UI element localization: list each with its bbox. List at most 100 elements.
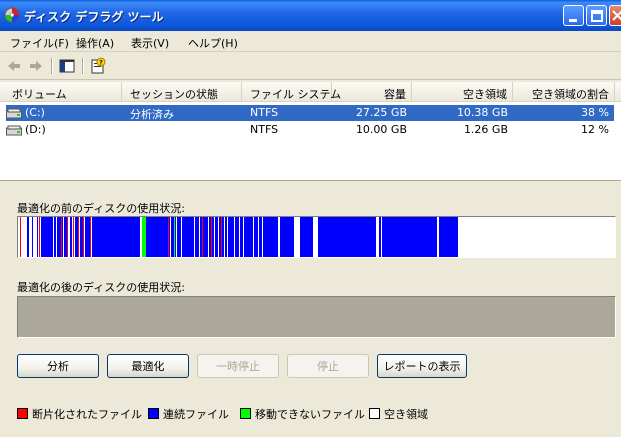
usage-segment-contiguous bbox=[244, 217, 253, 257]
usage-segment-contiguous bbox=[235, 217, 239, 257]
volume-row-c[interactable]: (C:) 分析済み NTFS 27.25 GB 10.38 GB 38 % bbox=[0, 105, 621, 121]
close-button[interactable] bbox=[609, 5, 621, 26]
minimize-button[interactable] bbox=[563, 5, 584, 26]
hard-drive-icon bbox=[6, 125, 22, 136]
usage-segment-contiguous bbox=[37, 217, 38, 257]
column-header-file-system[interactable]: ファイル システム bbox=[242, 82, 341, 102]
toolbar-separator bbox=[82, 58, 84, 74]
menu-file[interactable]: ファイル(F) bbox=[10, 35, 69, 51]
usage-segment-contiguous bbox=[41, 217, 53, 257]
menu-action[interactable]: 操作(A) bbox=[76, 35, 114, 51]
volume-file-system: NTFS bbox=[250, 123, 279, 136]
forward-arrow-icon[interactable] bbox=[27, 57, 45, 75]
stop-button[interactable]: 停止 bbox=[287, 354, 369, 378]
usage-segment-contiguous bbox=[32, 217, 33, 257]
usage-segment-contiguous bbox=[263, 217, 278, 257]
show-hide-console-tree-icon[interactable] bbox=[58, 57, 76, 75]
usage-segment-contiguous bbox=[182, 217, 194, 257]
volume-session-status: 分析済み bbox=[130, 108, 174, 121]
after-defrag-usage-map bbox=[17, 296, 616, 338]
usage-segment-contiguous bbox=[387, 217, 435, 257]
usage-segment-contiguous bbox=[435, 217, 437, 257]
legend-free-space: 空き領域 bbox=[384, 408, 428, 421]
volume-name: (D:) bbox=[25, 123, 46, 136]
menu-help[interactable]: ヘルプ(H) bbox=[188, 35, 238, 51]
legend-swatch-unmovable bbox=[240, 408, 251, 419]
usage-segment-contiguous bbox=[177, 217, 181, 257]
usage-segment-fragmented bbox=[61, 217, 62, 257]
menu-bar: ファイル(F) 操作(A) 表示(V) ヘルプ(H) bbox=[0, 31, 621, 52]
volume-row-d[interactable]: (D:) NTFS 10.00 GB 1.26 GB 12 % bbox=[0, 122, 621, 138]
menu-view[interactable]: 表示(V) bbox=[131, 35, 169, 51]
defragment-button[interactable]: 最適化 bbox=[107, 354, 189, 378]
usage-segment-contiguous bbox=[146, 217, 170, 257]
usage-segment-unmovable bbox=[174, 217, 175, 257]
usage-segment-fragmented bbox=[39, 217, 40, 257]
usage-segment-fragmented bbox=[73, 217, 74, 257]
usage-segment-contiguous bbox=[92, 217, 140, 257]
volume-file-system: NTFS bbox=[250, 106, 279, 119]
toolbar: ? bbox=[0, 53, 621, 80]
after-defrag-label: 最適化の後のディスクの使用状況: bbox=[17, 281, 185, 294]
volume-list: ボリューム セッションの状態 ファイル システム 容量 空き領域 空き領域の割合… bbox=[0, 82, 621, 181]
usage-segment-contiguous bbox=[228, 217, 234, 257]
volume-free-space: 1.26 GB bbox=[463, 123, 508, 136]
window-title: ディスク デフラグ ツール bbox=[24, 10, 164, 24]
row-selection-highlight bbox=[6, 105, 614, 121]
usage-segment-contiguous bbox=[439, 217, 458, 257]
usage-segment-contiguous bbox=[300, 217, 313, 257]
usage-segment-fragmented bbox=[90, 217, 91, 257]
legend-contiguous-files: 連続ファイル bbox=[163, 408, 229, 421]
usage-segment-fragmented bbox=[20, 217, 21, 257]
usage-segment-contiguous bbox=[240, 217, 243, 257]
legend-swatch-free-space bbox=[369, 408, 380, 419]
view-report-button[interactable]: レポートの表示 bbox=[377, 354, 467, 378]
usage-segment-contiguous bbox=[54, 217, 56, 257]
svg-text:?: ? bbox=[99, 60, 103, 67]
usage-segment-contiguous bbox=[57, 217, 63, 257]
usage-segment-fragmented bbox=[83, 217, 84, 257]
back-arrow-icon[interactable] bbox=[5, 57, 23, 75]
column-header-free-space[interactable]: 空き領域 bbox=[412, 82, 513, 102]
minimize-icon bbox=[569, 19, 577, 22]
defrag-app-icon bbox=[4, 7, 20, 23]
pause-button[interactable]: 一時停止 bbox=[197, 354, 279, 378]
hard-drive-icon bbox=[6, 108, 22, 119]
volume-capacity: 27.25 GB bbox=[355, 106, 407, 119]
toolbar-separator bbox=[51, 58, 53, 74]
legend-swatch-fragmented bbox=[17, 408, 28, 419]
column-header-capacity[interactable]: 容量 bbox=[332, 82, 412, 102]
usage-segment-fragmented bbox=[202, 217, 203, 257]
analyze-button[interactable]: 分析 bbox=[17, 354, 99, 378]
help-properties-icon[interactable]: ? bbox=[89, 57, 107, 75]
column-header-percent-free[interactable]: 空き領域の割合 bbox=[513, 82, 615, 102]
usage-segment-contiguous bbox=[215, 217, 218, 257]
usage-segment-contiguous bbox=[254, 217, 258, 257]
usage-segment-fragmented bbox=[78, 217, 79, 257]
volume-percent-free: 38 % bbox=[581, 106, 609, 119]
before-defrag-usage-map bbox=[17, 216, 616, 258]
column-header-volume[interactable]: ボリューム bbox=[0, 82, 122, 102]
usage-segment-contiguous bbox=[225, 217, 227, 257]
legend-swatch-contiguous bbox=[148, 408, 159, 419]
maximize-button[interactable] bbox=[586, 5, 607, 26]
usage-segment-contiguous bbox=[195, 217, 199, 257]
usage-segment-fragmented bbox=[67, 217, 68, 257]
usage-segment-fragmented bbox=[221, 217, 222, 257]
volume-capacity: 10.00 GB bbox=[355, 123, 407, 136]
legend-fragmented-files: 断片化されたファイル bbox=[32, 408, 142, 421]
maximize-icon bbox=[591, 10, 603, 22]
before-defrag-label: 最適化の前のディスクの使用状況: bbox=[17, 202, 185, 215]
usage-segment-contiguous bbox=[379, 217, 381, 257]
column-header-session-status[interactable]: セッションの状態 bbox=[122, 82, 242, 102]
usage-segment-fragmented bbox=[211, 217, 212, 257]
usage-segment-contiguous bbox=[70, 217, 72, 257]
usage-segment-fragmented bbox=[168, 217, 169, 257]
volume-name: (C:) bbox=[25, 106, 45, 119]
usage-segment-contiguous bbox=[318, 217, 376, 257]
volume-percent-free: 12 % bbox=[581, 123, 609, 136]
close-icon bbox=[612, 10, 621, 21]
title-bar[interactable]: ディスク デフラグ ツール bbox=[0, 0, 621, 31]
usage-segment-contiguous bbox=[259, 217, 262, 257]
legend-unmovable-files: 移動できないファイル bbox=[255, 408, 365, 421]
